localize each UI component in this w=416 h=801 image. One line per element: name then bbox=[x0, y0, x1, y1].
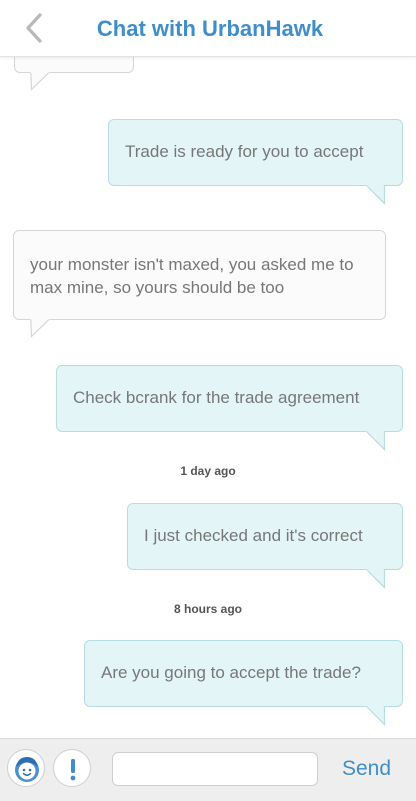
bubble-tail bbox=[30, 72, 50, 91]
composer-bar: Send bbox=[0, 738, 416, 801]
message-list[interactable]: Trade is ready for you to accept your mo… bbox=[0, 57, 416, 738]
message-bubble-outgoing: Are you going to accept the trade? bbox=[84, 640, 403, 707]
timestamp: 1 day ago bbox=[180, 464, 236, 478]
message-text: your monster isn't maxed, you asked me t… bbox=[30, 255, 354, 297]
message-input[interactable] bbox=[112, 752, 318, 786]
message-text: Check bcrank for the trade agreement bbox=[73, 388, 360, 407]
bubble-tail bbox=[366, 569, 386, 589]
send-button[interactable]: Send bbox=[342, 757, 391, 781]
message-text: I just checked and it's correct bbox=[144, 526, 363, 545]
message-bubble-outgoing: Trade is ready for you to accept bbox=[108, 119, 403, 186]
avatar-button[interactable] bbox=[7, 749, 45, 787]
report-button[interactable] bbox=[53, 749, 91, 787]
bubble-tail bbox=[366, 431, 386, 451]
message-bubble-outgoing: Check bcrank for the trade agreement bbox=[56, 365, 403, 432]
message-text: Trade is ready for you to accept bbox=[125, 142, 364, 161]
smiley-face-icon bbox=[15, 757, 39, 782]
message-text: Are you going to accept the trade? bbox=[101, 663, 361, 682]
bubble-tail bbox=[366, 706, 386, 726]
exclamation-icon bbox=[70, 759, 76, 781]
timestamp: 8 hours ago bbox=[173, 602, 242, 616]
page-title: Chat with UrbanHawk bbox=[96, 16, 324, 41]
bubble-tail bbox=[30, 319, 50, 338]
message-bubble-incoming bbox=[14, 57, 134, 73]
message-bubble-outgoing: I just checked and it's correct bbox=[127, 503, 403, 570]
chat-header: Chat with UrbanHawk bbox=[0, 0, 416, 57]
bubble-tail bbox=[366, 185, 386, 205]
message-bubble-incoming: your monster isn't maxed, you asked me t… bbox=[13, 230, 386, 320]
